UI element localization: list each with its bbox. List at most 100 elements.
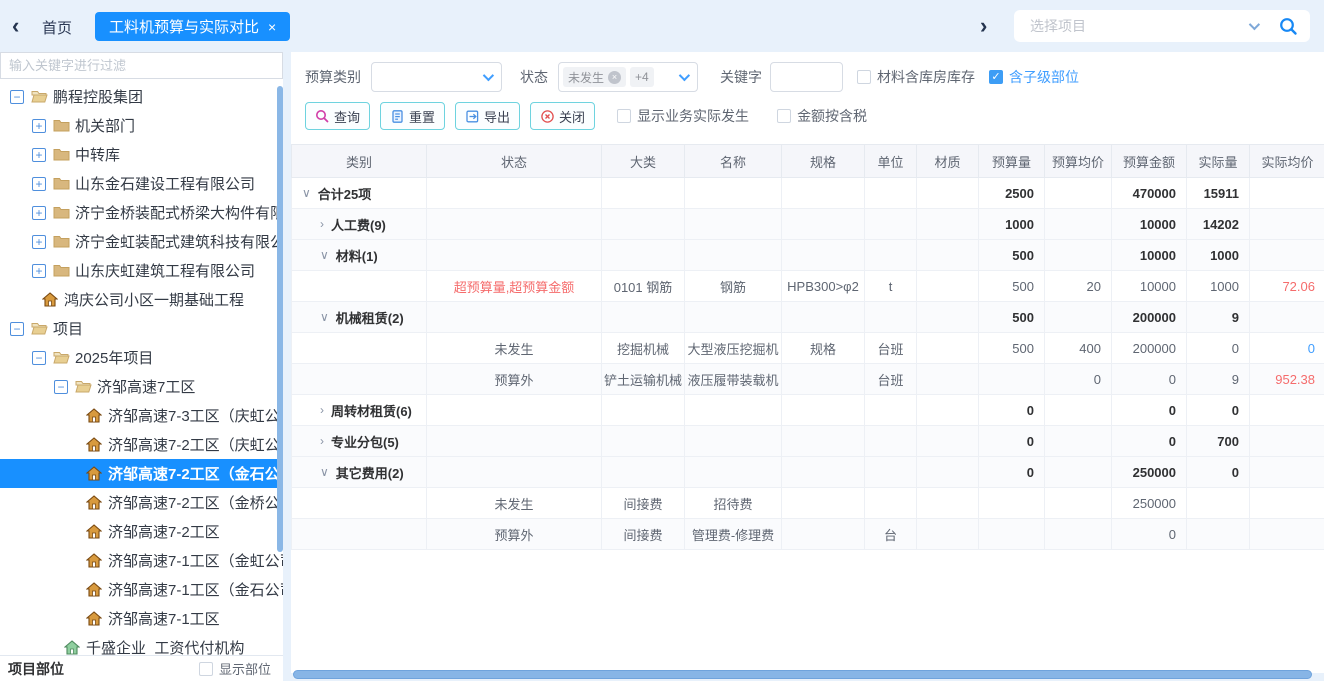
category-cell[interactable]: ∨机械租赁(2) — [292, 302, 427, 333]
tree-item[interactable]: +中转库 — [0, 140, 283, 169]
status-select[interactable]: 未发生×+4 — [558, 62, 698, 92]
tree-item[interactable]: 济邹高速7-3工区（庆虹公司） — [0, 401, 283, 430]
chevron-right-icon[interactable]: › — [320, 434, 324, 448]
table-row[interactable]: 超预算量,超预算金额0101 钢筋钢筋HPB300>φ2t50020100001… — [292, 271, 1324, 302]
chevron-down-icon[interactable]: ∨ — [302, 186, 311, 200]
sidebar-scrollbar[interactable] — [277, 86, 283, 552]
collapse-icon[interactable]: − — [10, 322, 24, 336]
tree-filter-input[interactable] — [0, 52, 283, 79]
budget-category-select[interactable] — [371, 62, 502, 92]
include-sub-checkbox[interactable]: ✓ 含子级部位 — [989, 67, 1079, 87]
column-header[interactable]: 名称 — [685, 145, 782, 178]
category-cell[interactable]: ∨材料(1) — [292, 240, 427, 271]
chevron-down-icon[interactable]: ∨ — [320, 248, 329, 262]
checkbox-icon[interactable] — [777, 109, 791, 123]
keyword-input[interactable] — [770, 62, 843, 92]
tree-item[interactable]: −济邹高速7工区 — [0, 372, 283, 401]
column-header[interactable]: 预算均价 — [1045, 145, 1112, 178]
chevron-right-icon[interactable]: › — [320, 217, 324, 231]
project-select[interactable]: 选择项目 — [1014, 10, 1310, 42]
tree-item[interactable]: 济邹高速7-1工区（金虹公司） — [0, 546, 283, 575]
checkbox-icon[interactable] — [199, 662, 213, 676]
checkbox-checked-icon[interactable]: ✓ — [989, 70, 1003, 84]
tree-item[interactable]: 济邹高速7-2工区（金桥公司） — [0, 488, 283, 517]
table-group-row[interactable]: ∨其它费用(2)02500000 — [292, 457, 1324, 488]
table-row[interactable]: 未发生间接费招待费250000 — [292, 488, 1324, 519]
column-header[interactable]: 状态 — [427, 145, 602, 178]
column-header[interactable]: 规格 — [782, 145, 865, 178]
expand-icon[interactable]: + — [32, 235, 46, 249]
tree-item[interactable]: −项目 — [0, 314, 283, 343]
show-actual-checkbox[interactable]: 显示业务实际发生 — [617, 106, 749, 126]
table-group-row[interactable]: ›人工费(9)10001000014202 — [292, 209, 1324, 240]
category-cell[interactable]: ∨合计25项 — [292, 178, 427, 209]
column-header[interactable]: 预算金额 — [1112, 145, 1187, 178]
tree-item[interactable]: −鹏程控股集团 — [0, 82, 283, 111]
tree-item[interactable]: +济宁金桥装配式桥梁大构件有限公司 — [0, 198, 283, 227]
tree-item[interactable]: 济邹高速7-1工区 — [0, 604, 283, 633]
column-header[interactable]: 实际均价 — [1250, 145, 1324, 178]
category-cell[interactable]: ∨其它费用(2) — [292, 457, 427, 488]
export-button[interactable]: 导出 — [455, 102, 520, 130]
table-row[interactable]: 预算外铲土运输机械液压履带装载机台班009952.38 — [292, 364, 1324, 395]
chevron-down-icon[interactable] — [1249, 19, 1260, 30]
column-header[interactable]: 类别 — [292, 145, 427, 178]
tree-item[interactable]: 济邹高速7-2工区 — [0, 517, 283, 546]
forward-icon[interactable]: › — [980, 13, 987, 39]
back-icon[interactable]: ‹ — [12, 13, 19, 39]
tree-item[interactable]: 鸿庆公司小区一期基础工程 — [0, 285, 283, 314]
category-cell[interactable]: ›周转材租赁(6) — [292, 395, 427, 426]
tree-item-label: 鸿庆公司小区一期基础工程 — [64, 289, 244, 310]
category-cell[interactable]: ›人工费(9) — [292, 209, 427, 240]
tree-item[interactable]: 千盛企业_工资代付机构 — [0, 633, 283, 655]
material-stock-checkbox[interactable]: 材料含库房库存 — [857, 67, 975, 87]
checkbox-icon[interactable] — [857, 70, 871, 84]
tree-item[interactable]: −2025年项目 — [0, 343, 283, 372]
reset-button[interactable]: 重置 — [380, 102, 445, 130]
chevron-down-icon[interactable]: ∨ — [320, 465, 329, 479]
horizontal-scrollbar[interactable] — [293, 670, 1312, 679]
collapse-icon[interactable]: − — [32, 351, 46, 365]
table-row[interactable]: 预算外间接费管理费-修理费台0 — [292, 519, 1324, 550]
expand-icon[interactable]: + — [32, 264, 46, 278]
column-header[interactable]: 单位 — [865, 145, 917, 178]
table-group-row[interactable]: ›专业分包(5)00700 — [292, 426, 1324, 457]
collapse-icon[interactable]: − — [10, 90, 24, 104]
tree-item[interactable]: 济邹高速7-2工区（庆虹公司） — [0, 430, 283, 459]
table-group-row[interactable]: ∨材料(1)500100001000 — [292, 240, 1324, 271]
column-header[interactable]: 大类 — [602, 145, 685, 178]
show-part-checkbox[interactable]: 显示部位 — [199, 659, 271, 678]
table-group-row[interactable]: ∨机械租赁(2)5002000009 — [292, 302, 1324, 333]
tree-item[interactable]: +山东庆虹建筑工程有限公司 — [0, 256, 283, 285]
column-header[interactable]: 实际量 — [1187, 145, 1250, 178]
tree-item[interactable]: +济宁金虹装配式建筑科技有限公司 — [0, 227, 283, 256]
status-tag[interactable]: +4 — [630, 67, 654, 87]
chevron-right-icon[interactable]: › — [320, 403, 324, 417]
amount-tax-checkbox[interactable]: 金额按含税 — [777, 106, 867, 126]
expand-icon[interactable]: + — [32, 206, 46, 220]
close-button[interactable]: 关闭 — [530, 102, 595, 130]
tree-item[interactable]: +山东金石建设工程有限公司 — [0, 169, 283, 198]
category-cell[interactable]: ›专业分包(5) — [292, 426, 427, 457]
expand-icon[interactable]: + — [32, 119, 46, 133]
tag-close-icon[interactable]: × — [608, 71, 621, 84]
column-header[interactable]: 预算量 — [979, 145, 1045, 178]
search-icon[interactable] — [1279, 17, 1298, 36]
column-header[interactable]: 材质 — [917, 145, 979, 178]
expand-icon[interactable]: + — [32, 148, 46, 162]
table-group-row[interactable]: ›周转材租赁(6)000 — [292, 395, 1324, 426]
tree-item[interactable]: +机关部门 — [0, 111, 283, 140]
expand-icon[interactable]: + — [32, 177, 46, 191]
tab-home[interactable]: 首页 — [42, 17, 72, 38]
table-group-row[interactable]: ∨合计25项250047000015911 — [292, 178, 1324, 209]
tree-item[interactable]: 济邹高速7-2工区（金石公司） — [0, 459, 283, 488]
checkbox-icon[interactable] — [617, 109, 631, 123]
tab-active[interactable]: 工料机预算与实际对比 × — [95, 12, 290, 41]
query-button[interactable]: 查询 — [305, 102, 370, 130]
tree-item[interactable]: 济邹高速7-1工区（金石公司） — [0, 575, 283, 604]
collapse-icon[interactable]: − — [54, 380, 68, 394]
tab-close-icon[interactable]: × — [268, 19, 276, 35]
status-tag[interactable]: 未发生× — [563, 67, 626, 87]
table-row[interactable]: 未发生挖掘机械大型液压挖掘机规格台班50040020000000 — [292, 333, 1324, 364]
chevron-down-icon[interactable]: ∨ — [320, 310, 329, 324]
